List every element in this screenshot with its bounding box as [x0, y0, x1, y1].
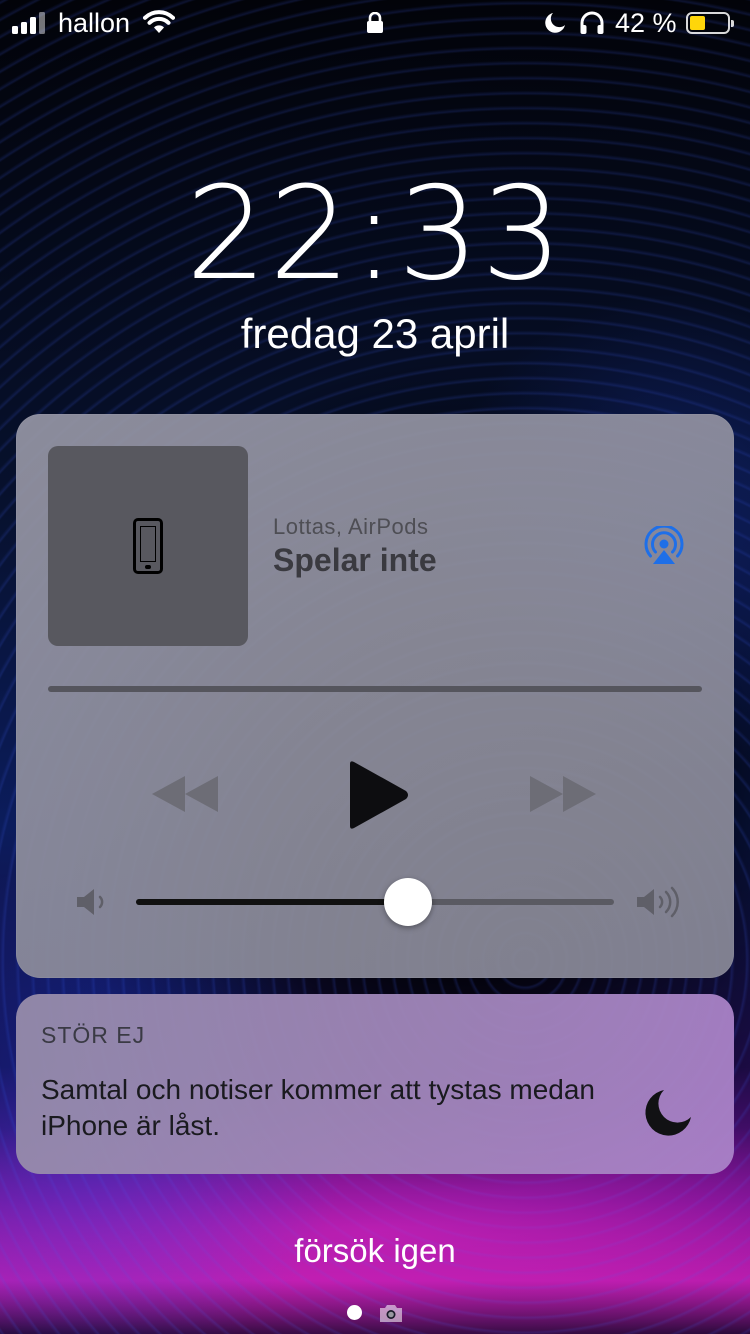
audio-route-label: Lottas, AirPods	[273, 514, 429, 539]
iphone-icon	[133, 518, 163, 574]
volume-low-icon	[77, 889, 104, 915]
moon-icon	[645, 1090, 691, 1136]
now-playing-widget: Lottas, AirPods Spelar inte	[16, 414, 734, 978]
airplay-icon[interactable]	[642, 526, 686, 566]
headphones-icon	[580, 11, 604, 34]
playback-progress[interactable]	[48, 686, 702, 692]
play-icon[interactable]	[346, 760, 410, 830]
lock-icon	[367, 12, 383, 33]
battery-icon	[686, 12, 734, 34]
retry-label[interactable]: försök igen	[0, 1232, 750, 1270]
camera-icon[interactable]	[378, 1302, 404, 1324]
artwork[interactable]	[48, 446, 248, 646]
page-dot	[347, 1305, 362, 1320]
signal-icon	[12, 12, 45, 34]
playback-state: Spelar inte	[273, 542, 437, 578]
lock-date: fredag 23 april	[240, 310, 510, 357]
status-bar: hallon 42 %	[0, 0, 750, 50]
rewind-icon[interactable]	[150, 774, 220, 814]
carrier-name: hallon	[58, 8, 131, 38]
volume-slider[interactable]	[136, 878, 614, 926]
fast-forward-icon[interactable]	[528, 774, 598, 814]
moon-icon	[545, 13, 565, 33]
volume-fill	[136, 899, 409, 905]
battery-percent: 42 %	[615, 8, 677, 38]
do-not-disturb-notification[interactable]: STÖR EJ Samtal och notiser kommer att ty…	[16, 994, 734, 1174]
volume-knob[interactable]	[384, 878, 433, 926]
lock-clock: 22:33	[185, 160, 565, 309]
wifi-icon	[143, 10, 175, 33]
notification-title: STÖR EJ	[41, 1022, 146, 1048]
volume-high-icon	[637, 886, 679, 918]
notification-body: Samtal och notiser kommer att tystas med…	[41, 1074, 595, 1141]
